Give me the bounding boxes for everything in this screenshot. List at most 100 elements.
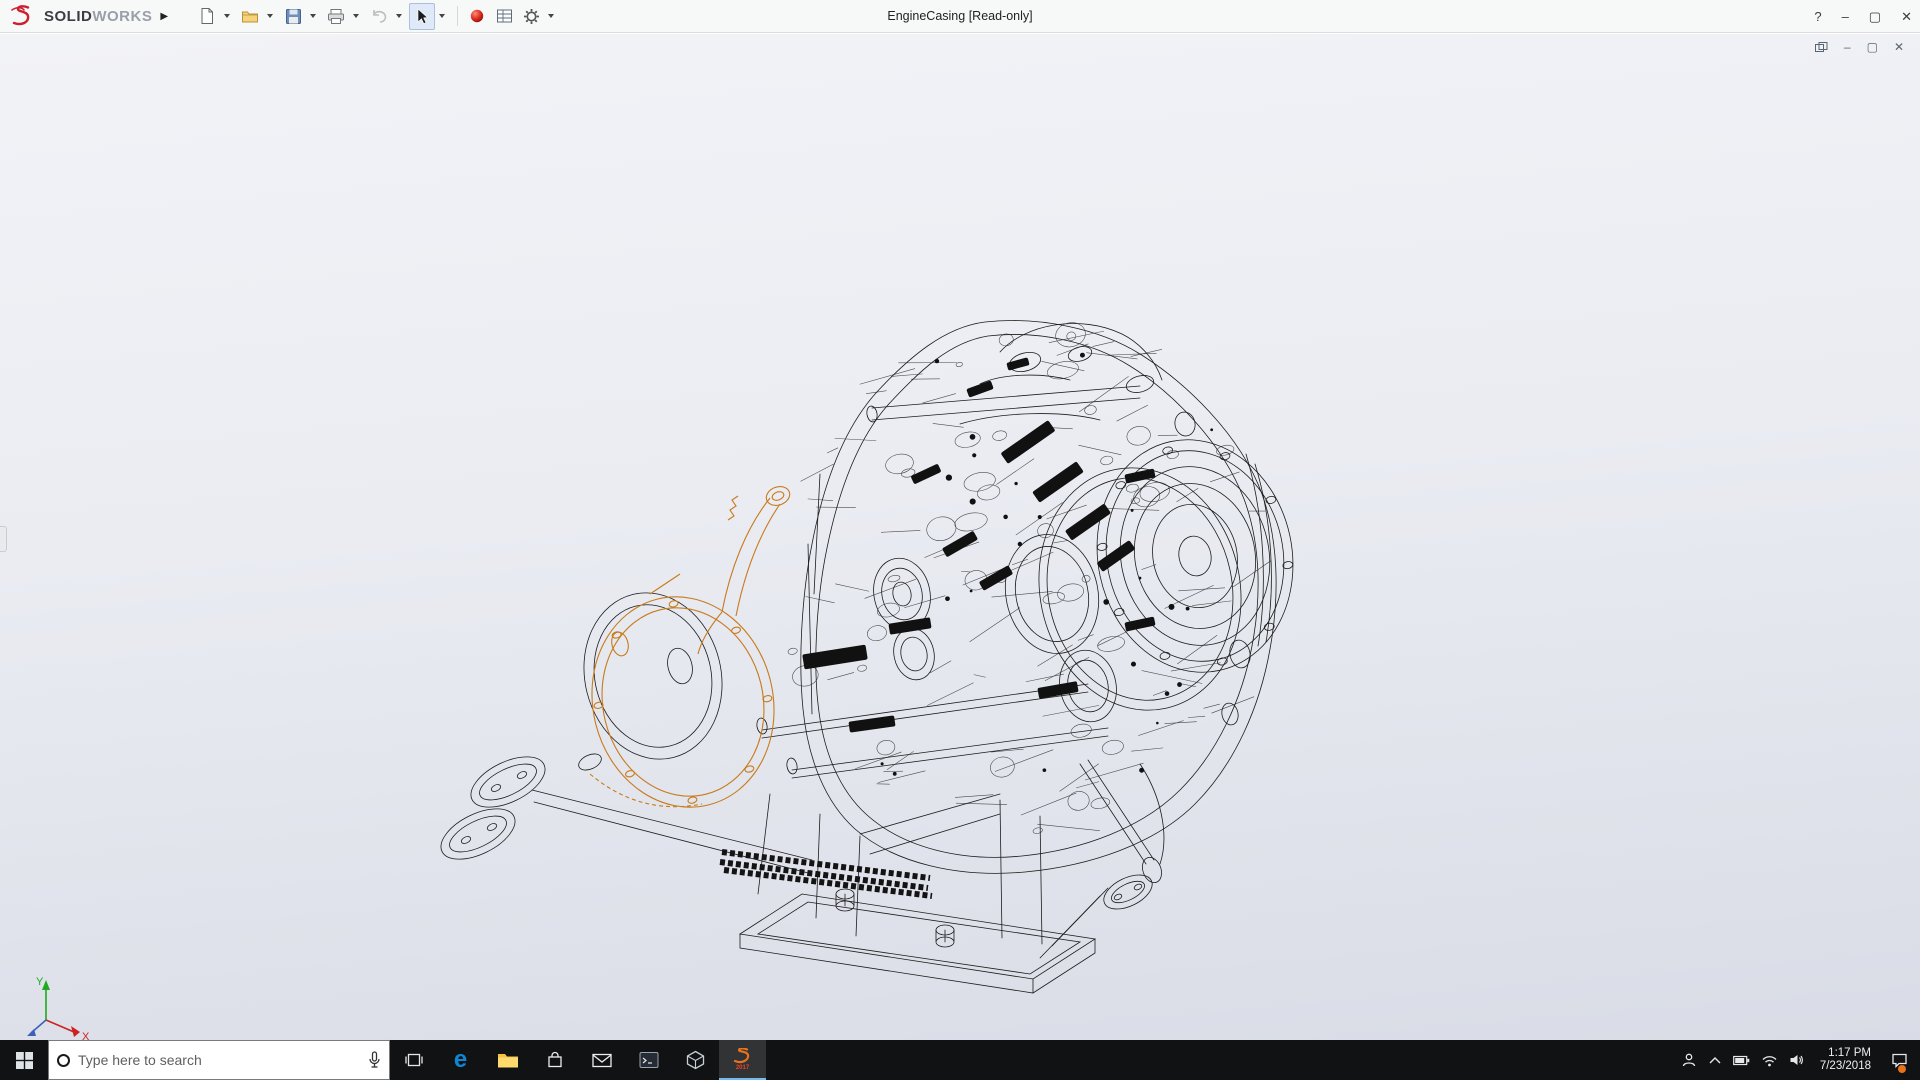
mail-icon xyxy=(592,1053,612,1068)
axis-y-label: Y xyxy=(36,976,44,988)
close-button[interactable]: ✕ xyxy=(1901,9,1912,25)
taskbar-app-3d-viewer[interactable] xyxy=(672,1040,719,1080)
screen: SOLIDWORKS ▶ xyxy=(0,0,1920,1080)
save-icon xyxy=(285,8,302,25)
search-input[interactable] xyxy=(78,1052,360,1068)
print-button[interactable] xyxy=(323,3,349,30)
caret-down-icon xyxy=(224,14,230,18)
caret-down-icon xyxy=(267,14,273,18)
solidworks-brand: SOLIDWORKS xyxy=(0,5,152,27)
new-document-caret[interactable] xyxy=(221,3,232,30)
sheet-table-icon xyxy=(496,8,513,24)
doc-close-button[interactable]: ✕ xyxy=(1894,40,1904,54)
system-tray: 1:17 PM 7/23/2018 xyxy=(1681,1040,1920,1080)
solidworks-app-icon: 2017 xyxy=(730,1046,756,1072)
caret-down-icon xyxy=(353,14,359,18)
settings-button[interactable] xyxy=(518,3,544,30)
appearance-sphere-icon xyxy=(469,8,485,24)
undo-icon xyxy=(370,8,388,24)
battery-icon xyxy=(1733,1055,1750,1066)
main-toolbar xyxy=(194,3,560,30)
terminal-icon xyxy=(639,1051,659,1069)
select-tool-caret[interactable] xyxy=(436,3,447,30)
save-button[interactable] xyxy=(280,3,306,30)
solidworks-version-label: 2017 xyxy=(736,1065,749,1071)
titlebar: SOLIDWORKS ▶ xyxy=(0,0,1920,33)
tray-battery-button[interactable] xyxy=(1733,1055,1750,1066)
brand-solid: SOLID xyxy=(44,8,92,25)
clock-date: 7/23/2018 xyxy=(1820,1060,1871,1073)
file-explorer-icon xyxy=(497,1051,519,1069)
print-icon xyxy=(327,8,345,25)
brand-works: WORKS xyxy=(92,8,152,25)
task-view-icon xyxy=(405,1052,423,1068)
taskbar-app-file-explorer[interactable] xyxy=(484,1040,531,1080)
appearance-button[interactable] xyxy=(464,3,490,30)
drawing-options-button[interactable] xyxy=(491,3,517,30)
tray-network-button[interactable] xyxy=(1761,1054,1778,1067)
taskbar-clock[interactable]: 1:17 PM 7/23/2018 xyxy=(1820,1047,1871,1073)
caret-down-icon xyxy=(439,14,445,18)
store-icon xyxy=(546,1051,564,1069)
start-button[interactable] xyxy=(0,1040,48,1080)
maximize-button[interactable]: ▢ xyxy=(1869,9,1881,25)
axis-x-label: X xyxy=(82,1031,90,1040)
document-title: EngineCasing [Read-only] xyxy=(887,9,1032,23)
solidworks-swoosh-icon xyxy=(732,1048,754,1065)
tray-overflow-button[interactable] xyxy=(1708,1055,1722,1065)
people-icon xyxy=(1681,1052,1697,1068)
open-folder-icon xyxy=(241,8,259,24)
new-document-icon xyxy=(199,7,215,25)
taskbar-app-terminal[interactable] xyxy=(625,1040,672,1080)
taskbar-app-mail[interactable] xyxy=(578,1040,625,1080)
orientation-triad: Y X xyxy=(16,972,100,1040)
chevron-up-icon xyxy=(1708,1055,1722,1065)
open-button[interactable] xyxy=(237,3,263,30)
doc-split-icon[interactable] xyxy=(1815,42,1828,53)
undo-button[interactable] xyxy=(366,3,392,30)
select-arrow-icon xyxy=(415,8,429,25)
cortana-icon xyxy=(57,1054,70,1067)
notification-badge xyxy=(1898,1065,1906,1073)
wifi-icon xyxy=(1761,1054,1778,1067)
tray-people-button[interactable] xyxy=(1681,1052,1697,1068)
tray-volume-button[interactable] xyxy=(1789,1053,1805,1067)
brand-text: SOLIDWORKS xyxy=(44,8,152,25)
taskbar-app-solidworks[interactable]: 2017 xyxy=(719,1040,766,1080)
window-controls: ? – ▢ ✕ xyxy=(1814,0,1912,33)
new-document-button[interactable] xyxy=(194,3,220,30)
caret-down-icon xyxy=(310,14,316,18)
minimize-button[interactable]: – xyxy=(1842,9,1849,24)
windows-logo-icon xyxy=(16,1052,33,1069)
caret-down-icon xyxy=(548,14,554,18)
taskbar-search[interactable] xyxy=(48,1040,390,1080)
edge-icon: e xyxy=(454,1048,467,1072)
taskbar-app-edge[interactable]: e xyxy=(437,1040,484,1080)
solidworks-logo-icon xyxy=(10,5,40,27)
doc-restore-button[interactable]: ▢ xyxy=(1867,40,1878,54)
microphone-icon[interactable] xyxy=(368,1051,381,1069)
taskbar: e xyxy=(0,1040,1920,1080)
caret-down-icon xyxy=(396,14,402,18)
gear-icon xyxy=(523,8,540,25)
toolbar-separator xyxy=(457,6,458,26)
task-view-button[interactable] xyxy=(390,1040,437,1080)
graphics-viewport[interactable]: – ▢ ✕ Y X *Dimetric xyxy=(0,34,1920,1040)
save-caret[interactable] xyxy=(307,3,318,30)
action-center-button[interactable] xyxy=(1886,1040,1912,1080)
feature-panel-splitter[interactable] xyxy=(0,526,7,552)
settings-caret[interactable] xyxy=(545,3,556,30)
document-window-controls: – ▢ ✕ xyxy=(1815,40,1904,54)
print-caret[interactable] xyxy=(350,3,361,30)
taskbar-app-store[interactable] xyxy=(531,1040,578,1080)
doc-minimize-button[interactable]: – xyxy=(1844,40,1851,54)
help-button[interactable]: ? xyxy=(1814,9,1821,24)
undo-caret[interactable] xyxy=(393,3,404,30)
select-tool-button[interactable] xyxy=(409,3,435,30)
volume-icon xyxy=(1789,1053,1805,1067)
clock-time: 1:17 PM xyxy=(1820,1047,1871,1060)
menu-expand-button[interactable]: ▶ xyxy=(160,11,168,22)
engine-casing-wireframe-model[interactable] xyxy=(440,294,1300,1034)
cube-3d-icon xyxy=(686,1050,705,1070)
open-caret[interactable] xyxy=(264,3,275,30)
